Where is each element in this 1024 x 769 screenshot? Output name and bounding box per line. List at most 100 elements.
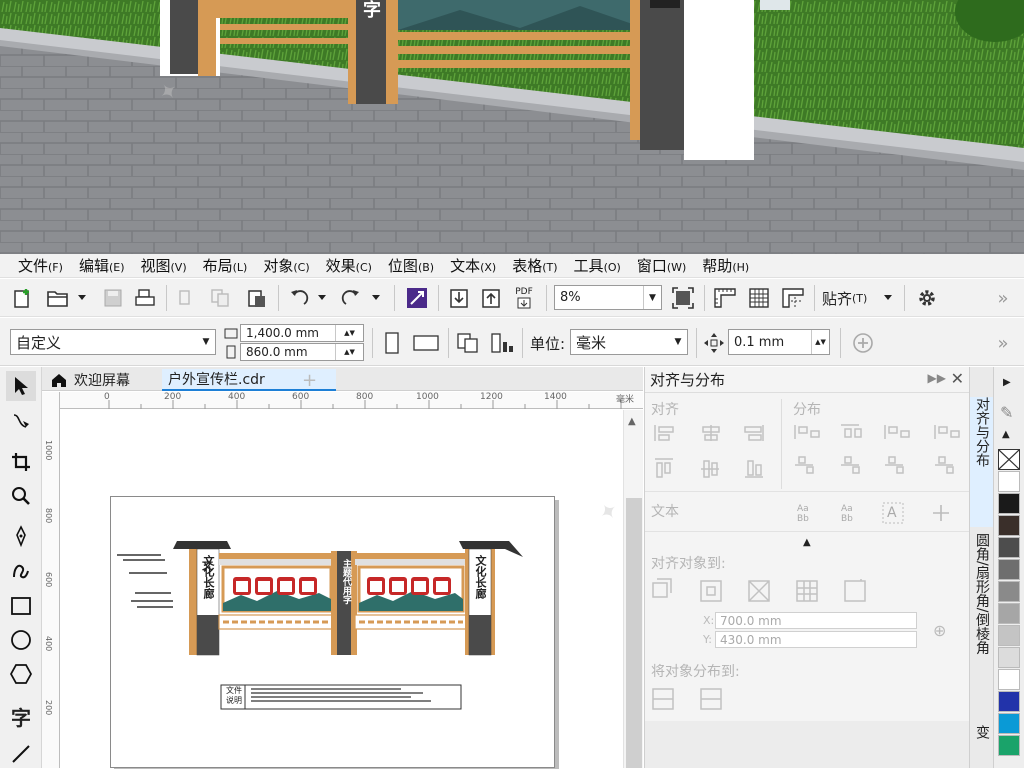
- color-swatch[interactable]: [998, 559, 1020, 580]
- portrait-orientation-icon[interactable]: [380, 330, 404, 356]
- menu-help[interactable]: 帮助(H): [702, 255, 749, 276]
- menu-window[interactable]: 窗口(W): [637, 255, 686, 276]
- add-point-icon[interactable]: ⊕: [933, 621, 946, 640]
- color-swatch[interactable]: [998, 603, 1020, 624]
- menu-object[interactable]: 对象(C): [263, 255, 309, 276]
- page-size-preset-combo[interactable]: 自定义 ▼: [10, 329, 216, 355]
- add-option-plus-icon[interactable]: [850, 330, 876, 356]
- new-document-icon[interactable]: [10, 285, 36, 311]
- nudge-distance-field[interactable]: 0.1 mm ▲▼: [728, 329, 830, 355]
- distribute-to-icon-row[interactable]: [645, 685, 970, 715]
- color-swatch[interactable]: [998, 515, 1020, 536]
- page-height-spinner[interactable]: ▲▼: [335, 344, 363, 360]
- menu-tools[interactable]: 工具(O): [574, 255, 621, 276]
- zoom-tool-icon[interactable]: [6, 481, 36, 511]
- rectangle-tool-icon[interactable]: [6, 591, 36, 621]
- ellipse-tool-icon[interactable]: [6, 625, 36, 655]
- signboard-artwork[interactable]: 文: [111, 497, 556, 769]
- show-rulers-icon[interactable]: [712, 285, 738, 311]
- page-height-field[interactable]: 860.0 mm ▲▼: [240, 343, 364, 361]
- show-guidelines-icon[interactable]: [780, 285, 806, 311]
- search-content-icon[interactable]: [404, 285, 430, 311]
- copy-icon[interactable]: [208, 285, 234, 311]
- palette-scroll-arrow-icon[interactable]: ▶: [1003, 377, 1011, 388]
- docker-collapse-icon[interactable]: ▶▶: [928, 371, 946, 385]
- undo-dropdown-arrow-icon[interactable]: [314, 285, 330, 311]
- options-gear-icon[interactable]: [914, 285, 940, 311]
- landscape-orientation-icon[interactable]: [410, 330, 442, 356]
- all-pages-icon[interactable]: [454, 330, 482, 356]
- menu-view[interactable]: 视图(V): [141, 255, 187, 276]
- export-icon[interactable]: [478, 285, 504, 311]
- color-swatch[interactable]: [998, 713, 1020, 734]
- redo-dropdown-arrow-icon[interactable]: [368, 285, 384, 311]
- import-icon[interactable]: [446, 285, 472, 311]
- full-screen-preview-icon[interactable]: [670, 285, 696, 311]
- print-icon[interactable]: [132, 285, 158, 311]
- menu-text[interactable]: 文本(X): [450, 255, 496, 276]
- shape-tool-icon[interactable]: [6, 407, 36, 437]
- open-dropdown-arrow-icon[interactable]: [74, 285, 90, 311]
- vertical-ruler[interactable]: 1000 800 600 400 200: [42, 392, 60, 768]
- save-icon[interactable]: [100, 285, 126, 311]
- menu-bitmaps[interactable]: 位图(B): [388, 255, 434, 276]
- document-page[interactable]: 文 文化长廊 文化长廊 主题代用字 文件说明: [110, 496, 555, 768]
- artistic-media-tool-icon[interactable]: [6, 555, 36, 585]
- scrollbar-thumb[interactable]: [626, 498, 642, 768]
- redo-icon[interactable]: [338, 285, 364, 311]
- color-swatch[interactable]: [998, 647, 1020, 668]
- close-icon[interactable]: ✕: [951, 369, 964, 388]
- menu-table[interactable]: 表格(T): [512, 255, 557, 276]
- menu-effects[interactable]: 效果(C): [326, 255, 372, 276]
- align-to-x-field[interactable]: 700.0 mm: [715, 612, 917, 629]
- new-tab-plus-icon[interactable]: +: [296, 369, 322, 391]
- collapse-section-arrow-icon[interactable]: ▲: [803, 537, 811, 548]
- menu-layout[interactable]: 布局(L): [203, 255, 248, 276]
- crop-tool-icon[interactable]: [6, 447, 36, 477]
- color-swatch[interactable]: [998, 471, 1020, 492]
- units-dropdown-arrow-icon[interactable]: ▼: [669, 330, 687, 354]
- toolbar-overflow-icon[interactable]: »: [992, 285, 1014, 311]
- open-folder-icon[interactable]: [44, 285, 72, 311]
- show-grid-icon[interactable]: [746, 285, 772, 311]
- docker-tab-fillet[interactable]: 圆角/扇形角/倒棱角: [970, 533, 994, 703]
- scroll-up-arrow-icon[interactable]: ▲: [628, 416, 636, 427]
- page-preset-dropdown-arrow-icon[interactable]: ▼: [197, 330, 215, 354]
- canvas-vertical-scrollbar[interactable]: ▲: [623, 410, 643, 768]
- color-swatch[interactable]: [998, 581, 1020, 602]
- page-width-spinner[interactable]: ▲▼: [335, 325, 363, 341]
- undo-icon[interactable]: [286, 285, 312, 311]
- property-overflow-icon[interactable]: »: [992, 330, 1014, 356]
- snap-dropdown-arrow-icon[interactable]: [880, 285, 896, 311]
- tab-welcome-screen[interactable]: 欢迎屏幕: [44, 369, 162, 391]
- eyedropper-icon[interactable]: ✎: [1000, 403, 1013, 422]
- text-tool-icon[interactable]: 字: [6, 701, 36, 731]
- drawing-canvas[interactable]: ▲ 文 文化长廊 文化长廊 主题代用字 文件说明: [61, 410, 643, 768]
- publish-pdf-icon[interactable]: PDF: [510, 284, 538, 312]
- pick-tool-icon[interactable]: [6, 371, 36, 401]
- page-width-field[interactable]: 1,400.0 mm ▲▼: [240, 324, 364, 342]
- no-color-swatch[interactable]: [998, 449, 1020, 470]
- units-combo[interactable]: 毫米 ▼: [570, 329, 688, 355]
- color-swatch[interactable]: [998, 691, 1020, 712]
- color-swatch[interactable]: [998, 537, 1020, 558]
- zoom-level-combo[interactable]: 8% ▼: [554, 285, 662, 310]
- dimension-tool-icon[interactable]: [6, 739, 36, 769]
- color-swatch[interactable]: [998, 493, 1020, 514]
- palette-up-arrow-icon[interactable]: ▲: [1002, 429, 1010, 440]
- menu-edit[interactable]: 编辑(E): [79, 255, 125, 276]
- color-swatch[interactable]: [998, 625, 1020, 646]
- snap-to-menu[interactable]: 贴齐 (T): [822, 285, 878, 311]
- cut-icon[interactable]: [174, 285, 198, 311]
- current-page-icon[interactable]: [488, 330, 516, 356]
- align-to-y-field[interactable]: 430.0 mm: [715, 631, 917, 648]
- freehand-tool-icon[interactable]: [6, 521, 36, 551]
- zoom-dropdown-arrow-icon[interactable]: ▼: [643, 286, 661, 309]
- docker-tab-align-distribute[interactable]: 对齐与分布: [970, 397, 994, 527]
- paste-icon[interactable]: [244, 285, 270, 311]
- horizontal-ruler[interactable]: 0 200 400 600 800 1000 1200 1400 毫米: [60, 392, 643, 409]
- docker-tab-transform[interactable]: 变: [970, 725, 994, 765]
- color-swatch[interactable]: [998, 669, 1020, 690]
- menu-file[interactable]: 文件(F): [18, 255, 63, 276]
- align-to-icon-row[interactable]: [645, 577, 970, 607]
